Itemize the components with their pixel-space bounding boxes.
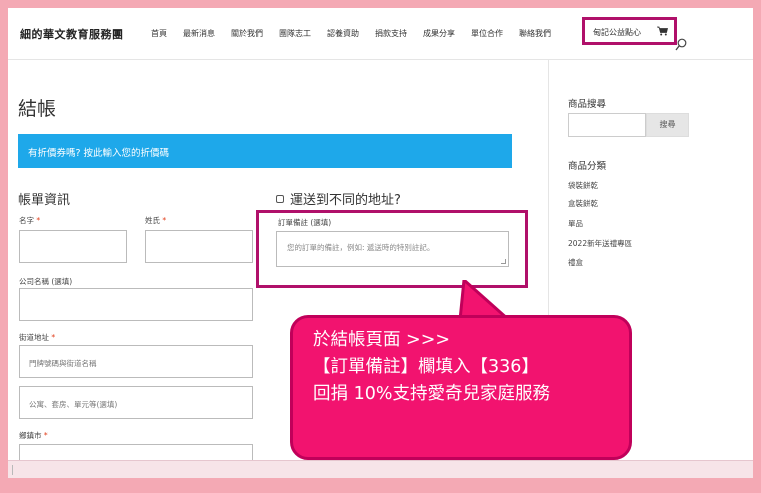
callout-line-3: 回捐 10%支持愛奇兒家庭服務 [313, 384, 550, 404]
bottom-scroll-strip [8, 460, 753, 478]
product-search-title: 商品搜尋 [568, 99, 607, 110]
last-name-input[interactable] [145, 230, 253, 263]
callout-line-2: 【訂單備註】欄填入【336】 [313, 357, 539, 377]
billing-title: 帳單資訊 [18, 193, 71, 208]
last-name-label: 姓氏 * [145, 216, 167, 225]
ship-different-label: 運送到不同的地址? [290, 193, 401, 208]
product-category-title: 商品分類 [568, 161, 607, 172]
category-item[interactable]: 2022新年送禮專區 [568, 238, 632, 249]
nav-item-contact[interactable]: 聯絡我們 [519, 28, 551, 39]
company-label: 公司名稱 (選填) [19, 277, 73, 286]
strip-tick [12, 465, 13, 475]
category-item[interactable]: 袋裝餅乾 [568, 180, 598, 191]
nav-item-donate[interactable]: 捐款支持 [375, 28, 407, 39]
category-item[interactable]: 單品 [568, 218, 583, 229]
nav-item-about[interactable]: 關於我們 [231, 28, 263, 39]
page-title: 結帳 [18, 98, 57, 120]
first-name-input[interactable] [19, 230, 127, 263]
street-label: 街道地址 * [19, 333, 56, 342]
company-input[interactable] [19, 288, 253, 321]
nav-item-charity-snacks[interactable]: 甸記公益點心 [593, 27, 641, 38]
nav-item-home[interactable]: 首頁 [151, 28, 167, 39]
cart-icon[interactable] [657, 26, 668, 36]
ship-different-checkbox[interactable] [276, 194, 284, 203]
coupon-notice[interactable]: 有折價券嗎? 按此輸入您的折價碼 [18, 134, 512, 168]
instruction-callout: 於結帳頁面 >>> 【訂單備註】欄填入【336】 回捐 10%支持愛奇兒家庭服務 [290, 315, 632, 460]
order-notes-highlight [256, 210, 528, 288]
category-item[interactable]: 盒裝餅乾 [568, 198, 598, 209]
city-label: 鄉鎮市 * [19, 431, 48, 440]
nav-item-news[interactable]: 最新消息 [183, 28, 215, 39]
site-logo[interactable]: 細的華文教育服務團 [20, 26, 124, 42]
category-item[interactable]: 禮盒 [568, 257, 583, 268]
header-divider [8, 59, 753, 60]
nav-item-partners[interactable]: 單位合作 [471, 28, 503, 39]
product-search-button[interactable]: 搜尋 [646, 113, 689, 137]
nav-item-sponsor[interactable]: 認養資助 [327, 28, 359, 39]
first-name-label: 名字 * [19, 216, 41, 225]
nav-item-results[interactable]: 成果分享 [423, 28, 455, 39]
street-address-input[interactable]: 門牌號碼與街道名稱 [19, 345, 253, 378]
main-nav: 首頁 最新消息 關於我們 團隊志工 認養資助 捐款支持 成果分享 單位合作 聯絡… [151, 28, 567, 39]
browser-page: 細的華文教育服務團 首頁 最新消息 關於我們 團隊志工 認養資助 捐款支持 成果… [8, 8, 753, 478]
search-icon[interactable] [675, 38, 687, 52]
ship-different-toggle[interactable]: 運送到不同的地址? [276, 189, 401, 208]
street-address-2-input[interactable]: 公寓、套房、單元等(選填) [19, 386, 253, 419]
nav-item-volunteers[interactable]: 團隊志工 [279, 28, 311, 39]
donate-shop-highlight: 甸記公益點心 [582, 17, 677, 45]
callout-line-1: 於結帳頁面 >>> [313, 330, 451, 350]
product-search-input[interactable] [568, 113, 646, 137]
